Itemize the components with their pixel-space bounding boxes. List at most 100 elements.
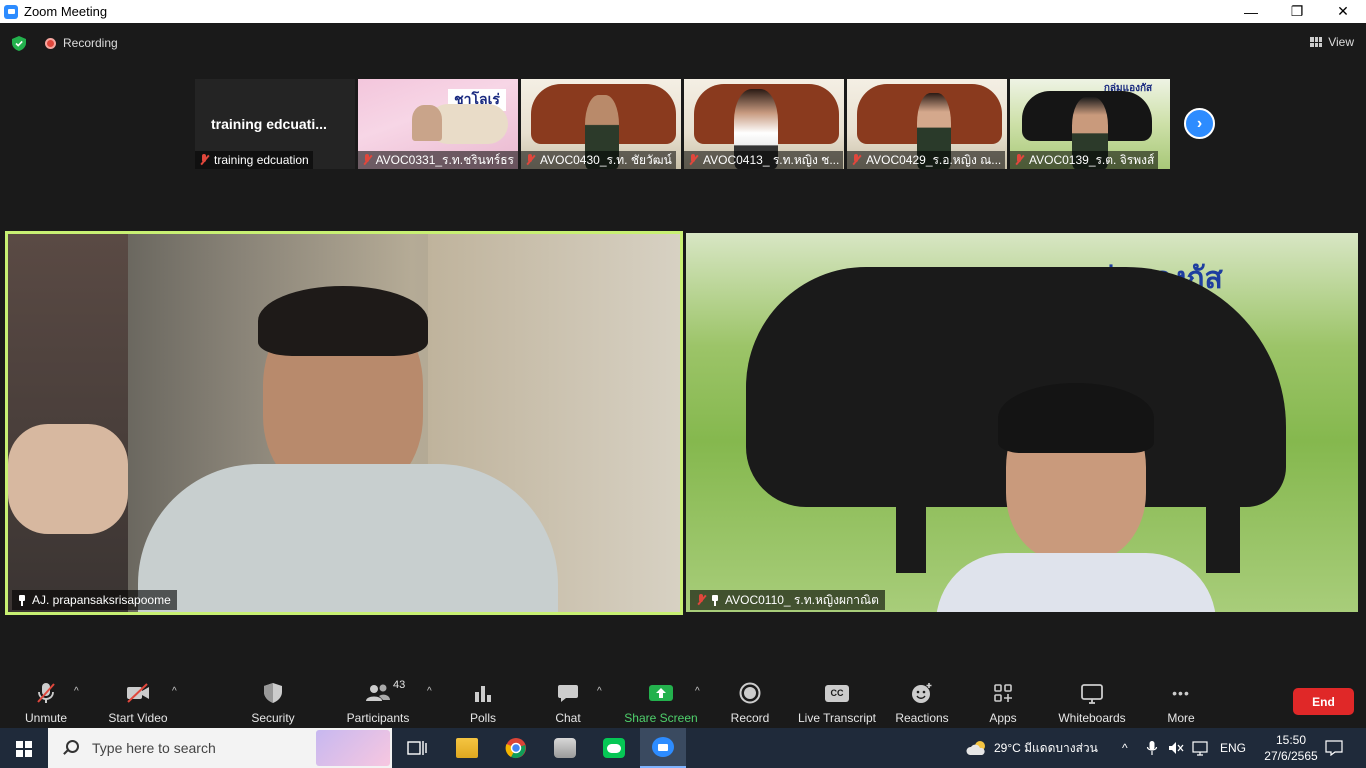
- participant-thumbnail[interactable]: AVOC0413_ ร.ท.หญิง ช...: [684, 79, 844, 169]
- chat-options-chevron-icon[interactable]: ^: [597, 686, 602, 697]
- taskbar-search-input[interactable]: Type here to search: [48, 728, 392, 768]
- video-camera-off-icon: [125, 681, 151, 705]
- apps-icon: [990, 681, 1016, 705]
- next-page-chevron-icon[interactable]: ›: [1184, 108, 1215, 139]
- microphone-tray-icon[interactable]: [1146, 728, 1158, 768]
- speaker-hand: [8, 424, 128, 534]
- minimize-button[interactable]: —: [1228, 0, 1274, 23]
- share-options-chevron-icon[interactable]: ^: [695, 686, 700, 697]
- active-speaker-video[interactable]: AJ. prapansaksrisapoome: [5, 231, 683, 615]
- chat-button[interactable]: Chat: [552, 672, 584, 728]
- mic-muted-icon: [688, 154, 698, 166]
- mic-muted-icon: [199, 154, 209, 166]
- more-dots-icon: •••: [1172, 685, 1190, 701]
- search-placeholder: Type here to search: [92, 740, 216, 756]
- start-video-button[interactable]: Start Video: [106, 672, 170, 728]
- participant-label: AVOC0430_ร.ท. ชัยวัฒน์: [521, 151, 676, 169]
- participant-hair: [998, 383, 1154, 453]
- share-screen-button[interactable]: Share Screen: [624, 672, 698, 728]
- recording-label: Recording: [63, 36, 118, 50]
- video-options-chevron-icon[interactable]: ^: [172, 686, 177, 697]
- participant-face: [412, 105, 442, 141]
- windows-start-icon[interactable]: [16, 741, 32, 757]
- participant-label: AVOC0429_ร.อ.หญิง ณ...: [847, 151, 1006, 169]
- polls-button[interactable]: Polls: [466, 672, 500, 728]
- recording-indicator[interactable]: Recording: [45, 36, 118, 50]
- participant-shirt: [936, 553, 1216, 612]
- end-meeting-button[interactable]: End: [1293, 688, 1354, 715]
- polls-bar-chart-icon: [470, 681, 496, 705]
- participant-label: AVOC0139_ร.ต. จิรพงส์: [1010, 151, 1159, 169]
- speaker-muted-icon[interactable]: [1168, 728, 1184, 768]
- partly-cloudy-icon: [966, 741, 985, 755]
- maximize-button[interactable]: ❐: [1274, 0, 1320, 23]
- window-titlebar: Zoom Meeting — ❐ ✕: [0, 0, 1366, 23]
- view-button[interactable]: View: [1310, 35, 1354, 49]
- search-highlight-art: [316, 730, 390, 766]
- apps-button[interactable]: Apps: [986, 672, 1020, 728]
- participant-thumbnail[interactable]: ชาโลเร่ AVOC0331_ร.ท.ชรินทร์ธร: [358, 79, 518, 169]
- participant-thumbnail[interactable]: AVOC0430_ร.ท. ชัยวัฒน์: [521, 79, 681, 169]
- whiteboards-button[interactable]: Whiteboards: [1056, 672, 1128, 728]
- smiley-plus-icon: [909, 681, 935, 705]
- whiteboard-icon: [1079, 681, 1105, 705]
- weather-widget[interactable]: 29°C มีแดดบางส่วน: [966, 728, 1098, 768]
- closed-caption-icon: CC: [824, 681, 850, 705]
- live-transcript-button[interactable]: CC Live Transcript: [798, 672, 876, 728]
- participants-button[interactable]: 43 Participants: [346, 672, 410, 728]
- mic-muted-icon: [525, 154, 535, 166]
- participants-options-chevron-icon[interactable]: ^: [427, 686, 432, 697]
- weather-text: 29°C มีแดดบางส่วน: [994, 740, 1098, 755]
- chrome-browser-icon[interactable]: [493, 728, 539, 768]
- line-app-icon[interactable]: [591, 728, 637, 768]
- windows-taskbar: Type here to search 29°C มีแดดบางส่วน ^ …: [0, 728, 1366, 768]
- more-button[interactable]: ••• More: [1164, 672, 1198, 728]
- clock-time: 15:50: [1275, 733, 1307, 747]
- participant-thumbnail-strip: training edcuati... training edcuation ช…: [195, 79, 1170, 169]
- share-screen-arrow-icon: [648, 681, 674, 705]
- participant-thumbnail[interactable]: AVOC0429_ร.อ.หญิง ณ...: [847, 79, 1007, 169]
- zoom-taskbar-icon[interactable]: [640, 728, 686, 768]
- participant-display-name: training edcuati...: [211, 116, 327, 132]
- unmute-button[interactable]: Unmute: [22, 672, 70, 728]
- record-button[interactable]: Record: [730, 672, 770, 728]
- reactions-button[interactable]: Reactions: [895, 672, 949, 728]
- zoom-app-icon: [4, 4, 18, 19]
- recording-dot-icon: [45, 37, 56, 49]
- active-speaker-label: AJ. prapansaksrisapoome: [12, 590, 177, 610]
- taskbar-clock[interactable]: 15:50 27/6/2565: [1262, 732, 1320, 764]
- network-icon[interactable]: [1192, 728, 1210, 768]
- unmute-options-chevron-icon[interactable]: ^: [74, 686, 79, 697]
- chat-bubble-icon: [555, 681, 581, 705]
- participant-label: AVOC0413_ ร.ท.หญิง ช...: [684, 151, 844, 169]
- record-icon: [737, 681, 763, 705]
- participant-thumbnail[interactable]: training edcuati... training edcuation: [195, 79, 355, 169]
- microphone-muted-icon: [33, 681, 59, 705]
- pin-icon: [18, 594, 26, 606]
- meeting-toolbar: Unmute ^ Start Video ^ Security 43 Parti…: [0, 672, 1366, 728]
- file-explorer-icon[interactable]: [444, 728, 490, 768]
- participants-icon: 43: [365, 679, 405, 705]
- grid-view-icon: [1310, 37, 1323, 47]
- pin-icon: [711, 594, 719, 606]
- window-title: Zoom Meeting: [24, 4, 108, 19]
- notification-center-icon[interactable]: [1325, 728, 1343, 768]
- participants-count: 43: [393, 679, 406, 691]
- mic-muted-icon: [362, 154, 371, 166]
- participant-label: training edcuation: [195, 151, 313, 169]
- security-button[interactable]: Security: [248, 672, 298, 728]
- encryption-shield-icon[interactable]: [12, 36, 26, 51]
- participant-label: AVOC0331_ร.ท.ชรินทร์ธร: [358, 151, 518, 169]
- participant-video-label: AVOC0110_ ร.ท.หญิงผกาณิต: [690, 590, 885, 610]
- meeting-topbar: Recording View: [0, 23, 1366, 63]
- close-button[interactable]: ✕: [1320, 0, 1366, 23]
- participant-video[interactable]: กลุ่มแองกัส AVOC0110_ ร.ท.หญิงผกาณิต: [686, 233, 1358, 612]
- printer-app-icon[interactable]: [542, 728, 588, 768]
- input-language[interactable]: ENG: [1220, 728, 1246, 768]
- task-view-icon[interactable]: [394, 728, 440, 768]
- clock-date: 27/6/2565: [1264, 749, 1318, 763]
- speaker-shirt: [138, 464, 558, 612]
- show-hidden-icons-chevron-icon[interactable]: ^: [1122, 728, 1128, 768]
- speaker-hair: [258, 286, 428, 356]
- participant-thumbnail[interactable]: กลุ่มแองกัส AVOC0139_ร.ต. จิรพงส์: [1010, 79, 1170, 169]
